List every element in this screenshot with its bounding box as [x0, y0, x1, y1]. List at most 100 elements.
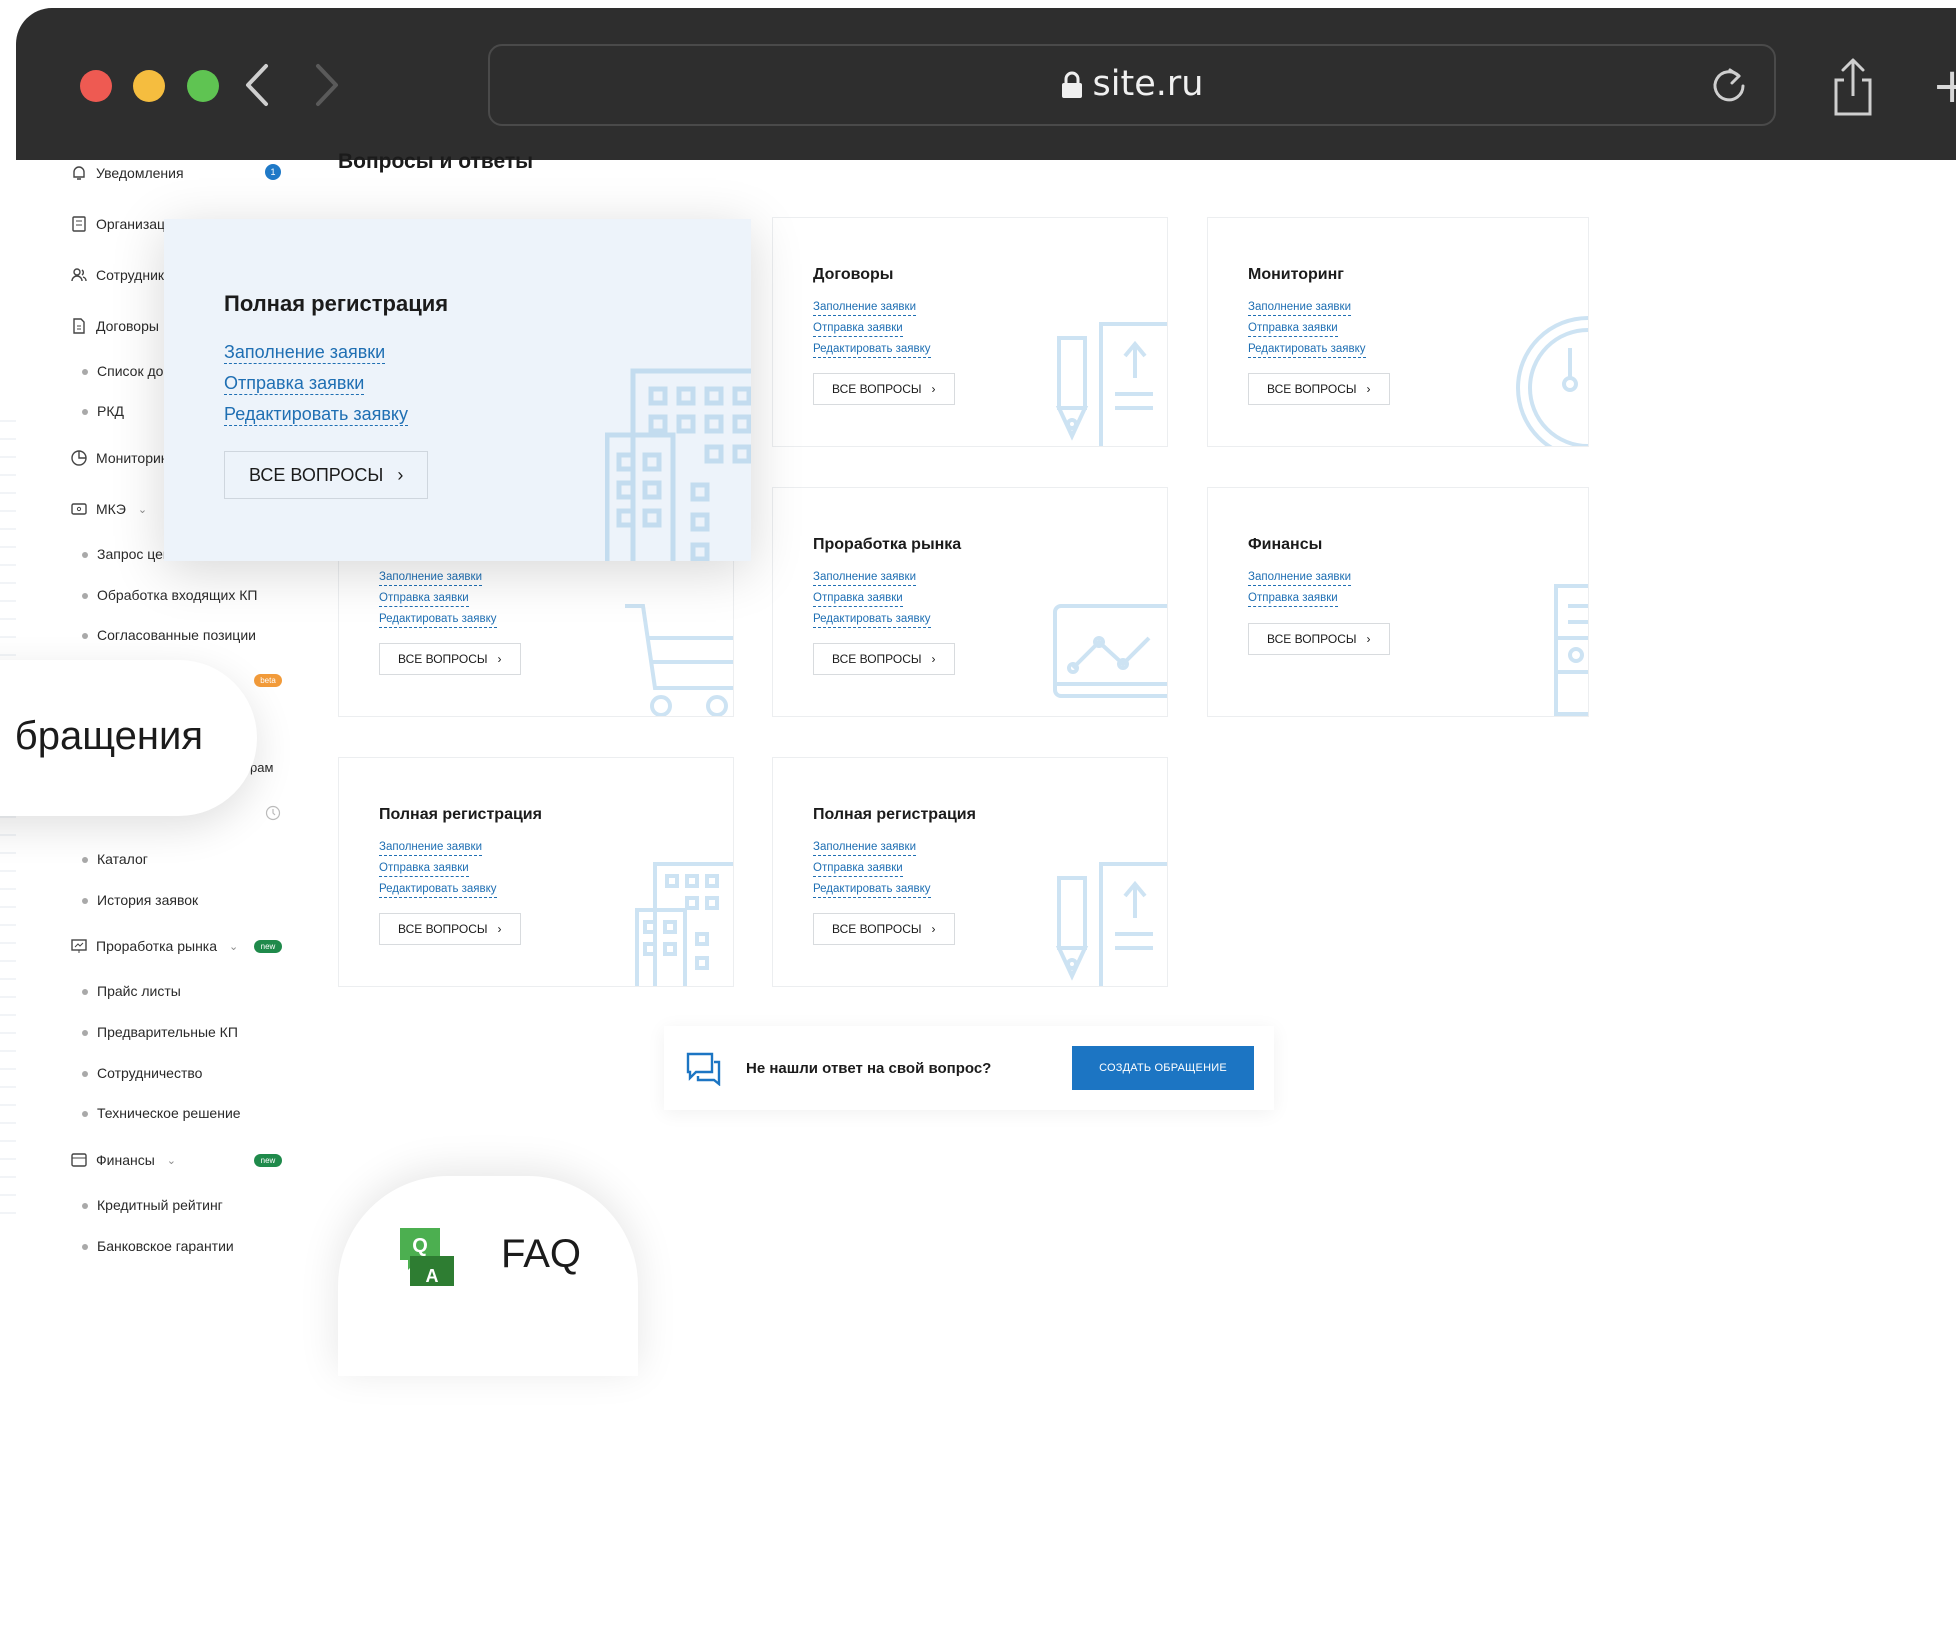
sidebar-sub-request-history[interactable]: История заявок: [82, 892, 198, 908]
all-questions-button[interactable]: ВСЕ ВОПРОСЫ ›: [1248, 623, 1390, 655]
card-link[interactable]: Заполнение заявки: [379, 570, 482, 586]
card-link[interactable]: Отправка заявки: [379, 861, 469, 877]
card-link[interactable]: Редактировать заявку: [1248, 342, 1366, 358]
zoom-window-button[interactable]: [187, 70, 219, 102]
card-link[interactable]: Отправка заявки: [813, 591, 903, 607]
card-link[interactable]: Отправка заявки: [813, 321, 903, 337]
all-questions-button[interactable]: ВСЕ ВОПРОСЫ ›: [1248, 373, 1390, 405]
minimize-window-button[interactable]: [133, 70, 165, 102]
chevron-down-icon: ⌄: [137, 503, 148, 516]
all-questions-button[interactable]: ВСЕ ВОПРОСЫ ›: [379, 643, 521, 675]
sidebar-item-finance[interactable]: Финансы ⌄: [70, 1151, 176, 1169]
appeals-callout-label: бращения: [14, 714, 203, 758]
sidebar-item-monitoring[interactable]: Мониторинг: [70, 449, 174, 467]
chevron-right-icon: ›: [497, 652, 502, 666]
sidebar-item-label: Финансы: [96, 1152, 155, 1168]
card-link[interactable]: Редактировать заявку: [813, 882, 931, 898]
chevron-right-icon: ›: [1366, 632, 1371, 646]
chevron-left-icon: [246, 64, 268, 106]
sidebar-partial-label: рам: [250, 760, 274, 775]
card-title: Полная регистрация: [224, 291, 449, 316]
buildings-illustration: [605, 368, 751, 561]
sidebar-sub-approved-positions[interactable]: Согласованные позиции: [82, 627, 256, 643]
reload-icon[interactable]: [1708, 64, 1750, 106]
buildings-illustration: [635, 862, 733, 986]
close-window-button[interactable]: [80, 70, 112, 102]
sidebar-item-employees[interactable]: Сотрудники: [70, 266, 172, 284]
sidebar-item-label: Проработка рынка: [96, 938, 218, 954]
card-title: Полная регистрация: [813, 806, 976, 823]
card-link[interactable]: Редактировать заявку: [224, 403, 408, 426]
chevron-down-icon: ⌄: [166, 1154, 176, 1167]
sidebar-sub-incoming-offers[interactable]: Обработка входящих КП: [82, 587, 257, 603]
card-title: Проработка рынка: [813, 536, 962, 553]
sidebar-item-label: МКЭ: [96, 501, 126, 517]
new-badge: new: [254, 1154, 282, 1167]
chevron-right-icon: ›: [931, 652, 936, 666]
faq-card-monitoring: Мониторинг Заполнение заявки Отправка за…: [1207, 217, 1589, 447]
qa-icon: Q A: [400, 1228, 454, 1286]
button-label: ВСЕ ВОПРОСЫ: [1267, 632, 1357, 646]
wallet-icon: [71, 503, 87, 515]
forward-button[interactable]: [306, 60, 346, 110]
card-link[interactable]: Заполнение заявки: [1248, 570, 1351, 586]
card-link[interactable]: Редактировать заявку: [813, 342, 931, 358]
card-link[interactable]: Заполнение заявки: [813, 300, 916, 316]
qa-icon-q: Q: [412, 1235, 428, 1257]
sidebar-sub-price-lists[interactable]: Прайс листы: [82, 983, 181, 999]
card-link[interactable]: Редактировать заявку: [813, 612, 931, 628]
card-link[interactable]: Заполнение заявки: [224, 341, 386, 364]
sidebar-item-label: Мониторинг: [96, 450, 174, 466]
card-link[interactable]: Заполнение заявки: [1248, 300, 1351, 316]
users-icon: [71, 268, 87, 282]
button-label: ВСЕ ВОПРОСЫ: [398, 922, 488, 936]
sidebar-sub-preliminary-offers[interactable]: Предварительные КП: [82, 1024, 238, 1040]
button-label: ВСЕ ВОПРОСЫ: [398, 652, 488, 666]
browser-toolbar: site.ru +: [16, 8, 1956, 160]
sidebar-sub-bank-guarantees[interactable]: Банковское гарантии: [82, 1238, 234, 1254]
card-link[interactable]: Заполнение заявки: [813, 840, 916, 856]
all-questions-button[interactable]: ВСЕ ВОПРОСЫ ›: [813, 643, 955, 675]
card-link[interactable]: Заполнение заявки: [379, 840, 482, 856]
sidebar-sub-catalog[interactable]: Каталог: [82, 851, 148, 867]
beta-badge: beta: [254, 674, 282, 687]
all-questions-button[interactable]: ВСЕ ВОПРОСЫ ›: [379, 913, 521, 945]
card-title: Мониторинг: [1248, 266, 1344, 283]
sidebar-item-notifications[interactable]: Уведомления: [70, 164, 184, 182]
faq-card-market: Проработка рынка Заполнение заявки Отпра…: [772, 487, 1168, 717]
card-title: Финансы: [1248, 536, 1323, 553]
sidebar-sub-cooperation[interactable]: Сотрудничество: [82, 1065, 202, 1081]
all-questions-button[interactable]: ВСЕ ВОПРОСЫ ›: [224, 451, 429, 499]
notifications-count-badge: 1: [265, 164, 281, 180]
back-button[interactable]: [238, 60, 278, 110]
card-link[interactable]: Отправка заявки: [224, 372, 365, 395]
address-bar[interactable]: site.ru: [488, 44, 1776, 126]
sidebar-sub-credit-rating[interactable]: Кредитный рейтинг: [82, 1197, 223, 1213]
card-icon: [71, 1153, 87, 1167]
card-link[interactable]: Редактировать заявку: [379, 882, 497, 898]
button-label: ВСЕ ВОПРОСЫ: [832, 922, 922, 936]
chevron-right-icon: ›: [497, 922, 502, 936]
card-link[interactable]: Редактировать заявку: [379, 612, 497, 628]
card-link[interactable]: Отправка заявки: [813, 861, 903, 877]
sidebar-sub-rkd[interactable]: РКД: [82, 403, 124, 419]
sidebar-sub-technical-solution[interactable]: Техническое решение: [82, 1105, 241, 1121]
button-label: ВСЕ ВОПРОСЫ: [1267, 382, 1357, 396]
create-appeal-button[interactable]: СОЗДАТЬ ОБРАЩЕНИЕ: [1072, 1046, 1254, 1090]
new-tab-button[interactable]: +: [1932, 58, 1956, 116]
all-questions-button[interactable]: ВСЕ ВОПРОСЫ ›: [813, 913, 955, 945]
sidebar-sub-contract-list[interactable]: Список дого: [82, 363, 176, 379]
card-link[interactable]: Отправка заявки: [379, 591, 469, 607]
sidebar-item-market[interactable]: Проработка рынка ⌄: [70, 937, 238, 955]
building-icon: [72, 216, 86, 232]
card-link[interactable]: Отправка заявки: [1248, 591, 1338, 607]
sidebar-item-label: Сотрудники: [96, 267, 172, 283]
faq-card-registration-highlighted: Полная регистрация Заполнение заявки Отп…: [164, 219, 751, 561]
sidebar-item-mke[interactable]: МКЭ ⌄: [70, 500, 147, 518]
share-icon[interactable]: [1830, 56, 1876, 118]
card-link[interactable]: Заполнение заявки: [813, 570, 916, 586]
monitor-chart-illustration: [1053, 604, 1167, 698]
all-questions-button[interactable]: ВСЕ ВОПРОСЫ ›: [813, 373, 955, 405]
faq-card-registration: Полная регистрация Заполнение заявки Отп…: [338, 757, 734, 987]
card-link[interactable]: Отправка заявки: [1248, 321, 1338, 337]
